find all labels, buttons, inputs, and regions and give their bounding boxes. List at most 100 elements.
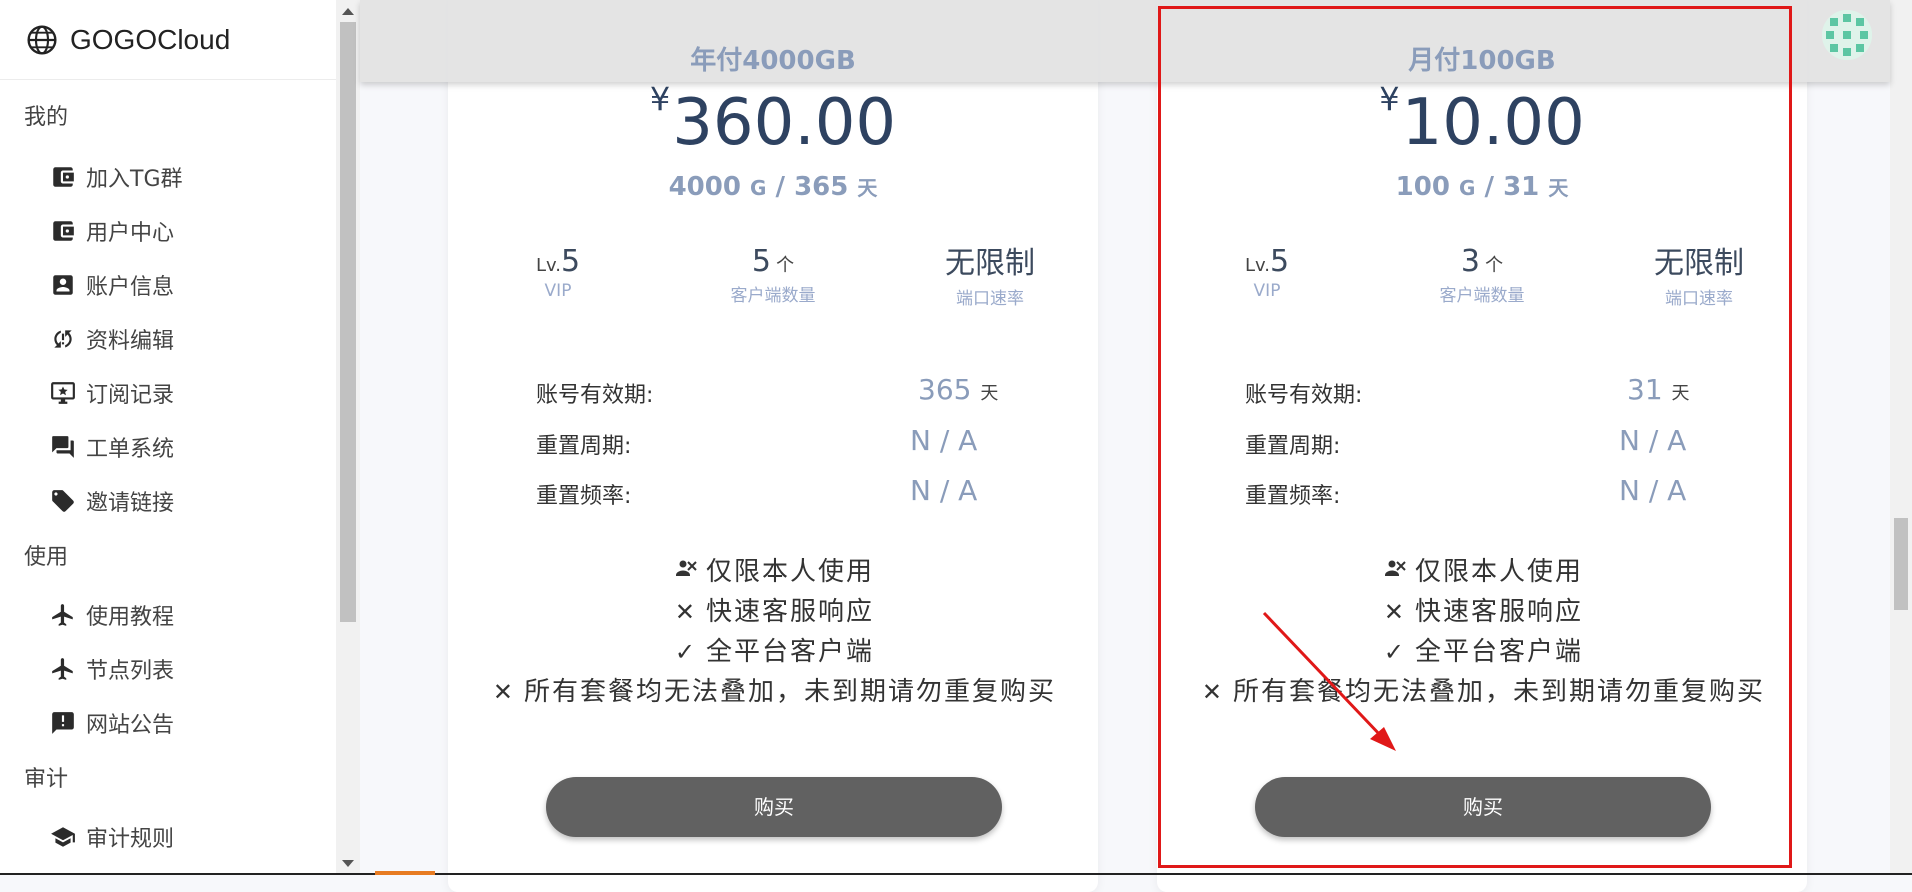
validity-value-wrap: 31 天 [1627, 373, 1690, 406]
validity-label: 账号有效期: [1245, 383, 1363, 408]
sidebar-scrollbar[interactable] [336, 0, 360, 875]
reset-freq-row: 重置频率: N / A [1245, 474, 1725, 514]
validity-row: 账号有效期: 31 天 [1245, 373, 1725, 413]
reset-cycle-row: 重置周期: N / A [1245, 424, 1725, 464]
account-box-icon [50, 272, 76, 298]
sidebar-item-label: 加入TG群 [86, 167, 183, 192]
plan-features: 仅限本人使用 ✕ 快速客服响应 ✓ 全平台客户端 ✕ 所有套餐均无法叠加，未到期请勿重… [448, 552, 1098, 712]
validity-unit: 天 [1671, 383, 1690, 404]
sidebar-item-node-list[interactable]: 节点列表 [0, 642, 336, 696]
vip-prefix: Lv. [1244, 255, 1270, 276]
scroll-up-arrow-icon[interactable] [342, 8, 354, 15]
sidebar-item-join-tg[interactable]: 加入TG群 [0, 150, 336, 204]
sidebar-item-audit-rules[interactable]: 审计规则 [0, 810, 336, 864]
feature-text: 仅限本人使用 [705, 557, 874, 587]
sidebar-item-subscription-log[interactable]: 订阅记录 [0, 366, 336, 420]
feature-item: ✓ 全平台客户端 [448, 632, 1098, 672]
plan-card-yearly: 年付4000GB ¥360.00 4000 G / 365 天 Lv.5 VIP… [448, 0, 1098, 892]
avatar[interactable] [1822, 10, 1872, 60]
quota-amount: 4000 [668, 172, 741, 202]
monitor-star-icon [50, 380, 76, 406]
sidebar-item-profile-edit[interactable]: 资料编辑 [0, 312, 336, 366]
sidebar-item-announcements[interactable]: 网站公告 [0, 696, 336, 750]
quota-unit: G [1459, 176, 1476, 200]
sidebar-item-tickets[interactable]: 工单系统 [0, 420, 336, 474]
price-amount: 360.00 [672, 86, 897, 160]
taskbar-indicator [375, 871, 435, 875]
sidebar: GOGOCloud 我的 加入TG群 用户中心 账户信息 资料编辑 订阅记录 工… [0, 0, 337, 875]
clients-label: 客户端数量 [1439, 286, 1525, 306]
sidebar-scrollbar-thumb[interactable] [340, 22, 356, 622]
scroll-down-arrow-icon[interactable] [342, 860, 354, 867]
airplane-icon [50, 656, 76, 682]
plan-price: ¥10.00 [1157, 80, 1807, 160]
plan-card-monthly: 月付100GB ¥10.00 100 G / 31 天 Lv.5 VIP 3 个… [1157, 0, 1807, 892]
validity-value: 365 [918, 373, 972, 406]
sidebar-item-invite-link[interactable]: 邀请链接 [0, 474, 336, 528]
feature-item: ✕ 快速客服响应 [448, 592, 1098, 632]
clients-unit: 个 [776, 255, 795, 276]
brand-name: GOGOCloud [70, 23, 231, 55]
plan-days: 365 [794, 172, 849, 202]
spec-vip: Lv.5 VIP [448, 244, 668, 301]
validity-unit: 天 [980, 383, 999, 404]
sidebar-item-label: 订阅记录 [86, 383, 175, 408]
feature-text: 快速客服响应 [1414, 597, 1583, 627]
school-icon [50, 824, 76, 850]
currency-symbol: ¥ [1379, 80, 1400, 118]
spec-vip: Lv.5 VIP [1157, 244, 1377, 301]
reset-freq-value: N / A [1619, 474, 1687, 507]
reset-freq-label: 重置频率: [536, 484, 632, 509]
clients-label: 客户端数量 [730, 286, 816, 306]
speed-label: 端口速率 [1665, 289, 1733, 309]
validity-value: 31 [1627, 373, 1663, 406]
plan-quota: 100 G / 31 天 [1395, 172, 1569, 202]
vip-level: 5 [560, 244, 581, 279]
validity-label: 账号有效期: [536, 383, 654, 408]
plan-quota: 4000 G / 365 天 [668, 172, 878, 202]
sidebar-item-label: 审计规则 [86, 827, 175, 852]
sidebar-item-label: 网站公告 [86, 713, 175, 738]
speed-label: 端口速率 [956, 289, 1024, 309]
feature-text: 全平台客户端 [705, 637, 874, 667]
spec-clients: 3 个 客户端数量 [1372, 244, 1592, 306]
reset-cycle-label: 重置周期: [536, 434, 632, 459]
quota-amount: 100 [1395, 172, 1450, 202]
cross-icon: ✕ [1201, 678, 1225, 706]
brand[interactable]: GOGOCloud [0, 0, 336, 80]
page-scrollbar[interactable] [1890, 0, 1912, 875]
feature-text: 全平台客户端 [1414, 637, 1583, 667]
sidebar-item-label: 使用教程 [86, 605, 175, 630]
vip-label: VIP [1253, 281, 1281, 301]
sidebar-item-tutorial[interactable]: 使用教程 [0, 588, 336, 642]
sidebar-item-account-info[interactable]: 账户信息 [0, 258, 336, 312]
feature-text: 仅限本人使用 [1414, 557, 1583, 587]
reset-freq-row: 重置频率: N / A [536, 474, 1016, 514]
plan-price: ¥360.00 [448, 80, 1098, 160]
vip-prefix: Lv. [535, 255, 561, 276]
spec-clients: 5 个 客户端数量 [663, 244, 883, 306]
section-title-audit: 审计 [24, 767, 69, 792]
reset-cycle-value: N / A [910, 424, 978, 457]
annotation-arrow-icon [1262, 611, 1396, 751]
cross-icon: ✕ [492, 678, 516, 706]
sidebar-item-user-center[interactable]: 用户中心 [0, 204, 336, 258]
speed-value: 无限制 [1654, 246, 1744, 281]
currency-symbol: ¥ [649, 80, 671, 118]
buy-button[interactable]: 购买 [546, 777, 1002, 837]
buy-button[interactable]: 购买 [1255, 777, 1711, 837]
speed-value: 无限制 [945, 246, 1035, 281]
airplane-icon [50, 602, 76, 628]
plan-specs: Lv.5 VIP 3 个 客户端数量 无限制 端口速率 [1157, 244, 1807, 314]
sidebar-item-label: 用户中心 [86, 221, 175, 246]
page-scrollbar-thumb[interactable] [1894, 518, 1908, 610]
wallet-icon [50, 218, 76, 244]
reset-cycle-row: 重置周期: N / A [536, 424, 1016, 464]
reset-cycle-label: 重置周期: [1245, 434, 1341, 459]
clients-unit: 个 [1485, 255, 1504, 276]
plan-days: 31 [1503, 172, 1540, 202]
feature-text: 快速客服响应 [705, 597, 874, 627]
cross-icon: ✕ [674, 598, 698, 626]
feature-item: 仅限本人使用 [1157, 552, 1807, 592]
check-icon: ✓ [674, 638, 698, 666]
